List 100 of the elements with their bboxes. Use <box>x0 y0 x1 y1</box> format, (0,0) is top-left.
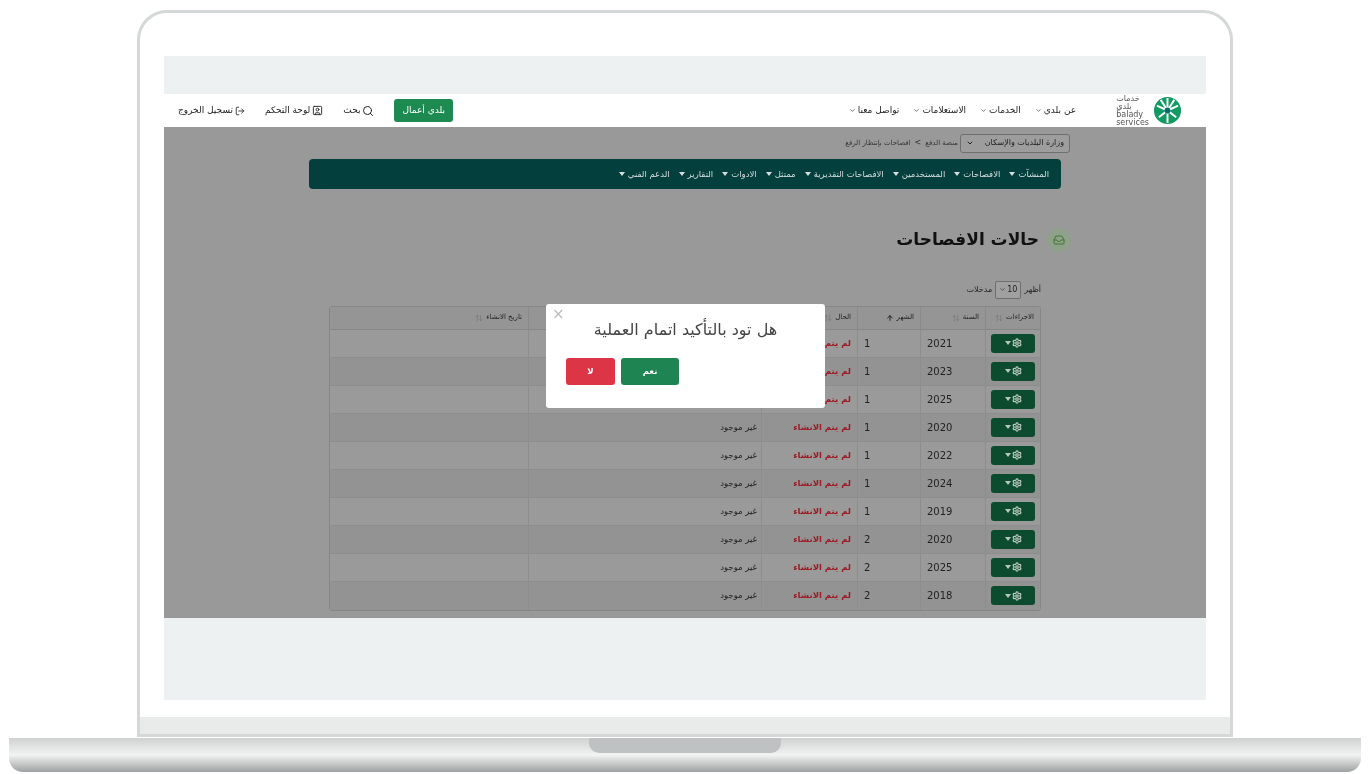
menu-item[interactable]: المستخدمين <box>892 167 946 181</box>
caret-icon <box>1004 397 1011 401</box>
table-cell: 1 <box>857 413 920 441</box>
page-length-select[interactable]: 10 <box>995 280 1022 299</box>
table-cell: 2020 <box>920 525 985 553</box>
table-cell: غير موجود <box>720 504 757 518</box>
settings-icon <box>1011 366 1022 376</box>
breadcrumb-separator: > <box>913 137 923 149</box>
settings-icon <box>1011 590 1022 601</box>
business-button[interactable]: بلدي أعمال <box>394 99 453 122</box>
status-cell: لم يتم الانشاء <box>761 581 857 610</box>
page-title: حالات الافصاحات <box>896 228 1039 251</box>
caret-icon <box>804 172 811 176</box>
settings-icon <box>1011 338 1022 348</box>
menu-item[interactable]: ممتثل <box>765 167 796 181</box>
caret-icon <box>1004 453 1011 457</box>
inbox-icon <box>1053 233 1065 246</box>
menu-item[interactable]: المنشآت <box>1009 167 1049 181</box>
caret-icon <box>618 172 625 176</box>
logout-icon <box>234 105 245 116</box>
logo-text: خدمات <box>1116 94 1140 103</box>
chevron-down-icon <box>848 107 856 114</box>
settings-icon <box>1011 422 1022 432</box>
actions-button[interactable] <box>991 445 1035 465</box>
caret-icon <box>678 172 685 176</box>
actions-button[interactable] <box>991 417 1035 437</box>
show-label: أظهر <box>1024 283 1041 296</box>
menu-item[interactable]: التقارير <box>678 167 714 181</box>
table-cell: 2023 <box>920 357 985 385</box>
chevron-down-icon <box>913 107 921 114</box>
cancel-button[interactable]: لا <box>566 358 615 385</box>
menu-item[interactable]: الادوات <box>722 167 757 181</box>
table-cell: 2025 <box>920 385 985 413</box>
actions-button[interactable] <box>991 586 1035 605</box>
caret-icon <box>892 172 899 176</box>
ministry-select[interactable]: وزارة البلديات والإسكان <box>960 133 1070 153</box>
status-cell: لم يتم الانشاء <box>761 469 857 497</box>
caret-icon <box>954 172 961 176</box>
actions-button[interactable] <box>991 361 1035 381</box>
menu-item[interactable]: الافصاحات <box>954 167 1001 181</box>
actions-button[interactable] <box>991 473 1035 493</box>
logo-text: services <box>1116 118 1149 127</box>
actions-button[interactable] <box>991 501 1035 521</box>
nav-link[interactable]: الاستعلامات <box>913 103 966 118</box>
nav-link[interactable]: الخدمات <box>980 103 1021 118</box>
caret-icon <box>1004 593 1011 598</box>
dashboard-link[interactable]: لوحة التحكم <box>264 103 324 118</box>
menu-item[interactable]: الدعم الفني <box>618 167 670 181</box>
user-square-icon <box>312 105 324 116</box>
search-link[interactable]: بحث <box>343 103 375 118</box>
table-cell: غير موجود <box>720 476 757 490</box>
nav-link[interactable]: تواصل معنا <box>848 103 900 118</box>
table-cell: 1 <box>857 497 920 525</box>
status-cell: لم يتم الانشاء <box>761 413 857 441</box>
table-cell: 1 <box>857 329 920 357</box>
table-cell: 2022 <box>920 441 985 469</box>
chevron-down-icon <box>980 107 987 114</box>
actions-button[interactable] <box>991 529 1035 549</box>
settings-icon <box>1011 450 1022 460</box>
table-cell: 2 <box>857 581 920 610</box>
settings-icon <box>1011 506 1022 516</box>
table-cell: 1 <box>857 357 920 385</box>
nav-link[interactable]: عن بلدي <box>1034 103 1077 118</box>
settings-icon <box>1011 562 1022 572</box>
table-cell: 2025 <box>920 553 985 581</box>
chevron-down-icon <box>999 286 1007 293</box>
search-icon <box>362 104 375 117</box>
table-cell: 2021 <box>920 329 985 357</box>
caret-icon <box>1004 537 1011 541</box>
menu-item[interactable]: الافصاحات التقديرية <box>804 167 884 181</box>
caret-icon <box>1004 369 1011 373</box>
table-cell: غير موجود <box>720 420 757 434</box>
status-cell: لم يتم الانشاء <box>761 441 857 469</box>
caret-icon <box>1004 425 1011 429</box>
settings-icon <box>1011 534 1022 544</box>
caret-icon <box>1004 481 1011 485</box>
table-cell: 2020 <box>920 413 985 441</box>
table-cell: غير موجود <box>720 589 757 602</box>
confirm-button[interactable]: نعم <box>621 358 679 385</box>
caret-icon <box>1004 565 1011 569</box>
table-cell: 2019 <box>920 497 985 525</box>
table-cell: 2024 <box>920 469 985 497</box>
logout-link[interactable]: تسجيل الخروج <box>178 103 245 118</box>
caret-icon <box>765 172 772 176</box>
actions-button[interactable] <box>991 333 1035 353</box>
table-cell: 1 <box>857 385 920 413</box>
logo-text: balady <box>1116 110 1144 119</box>
caret-icon <box>1004 341 1011 345</box>
entries-label: مدخلات <box>966 283 993 296</box>
table-cell: 1 <box>857 469 920 497</box>
actions-button[interactable] <box>991 389 1035 409</box>
table-cell: 1 <box>857 441 920 469</box>
caret-icon <box>1009 172 1016 176</box>
settings-icon <box>1011 478 1022 488</box>
table-cell: غير موجود <box>720 560 757 574</box>
caret-icon <box>1004 509 1011 513</box>
table-cell: غير موجود <box>720 532 757 546</box>
actions-button[interactable] <box>991 557 1035 577</box>
status-cell: لم يتم الانشاء <box>761 553 857 581</box>
table-cell: 2 <box>857 525 920 553</box>
